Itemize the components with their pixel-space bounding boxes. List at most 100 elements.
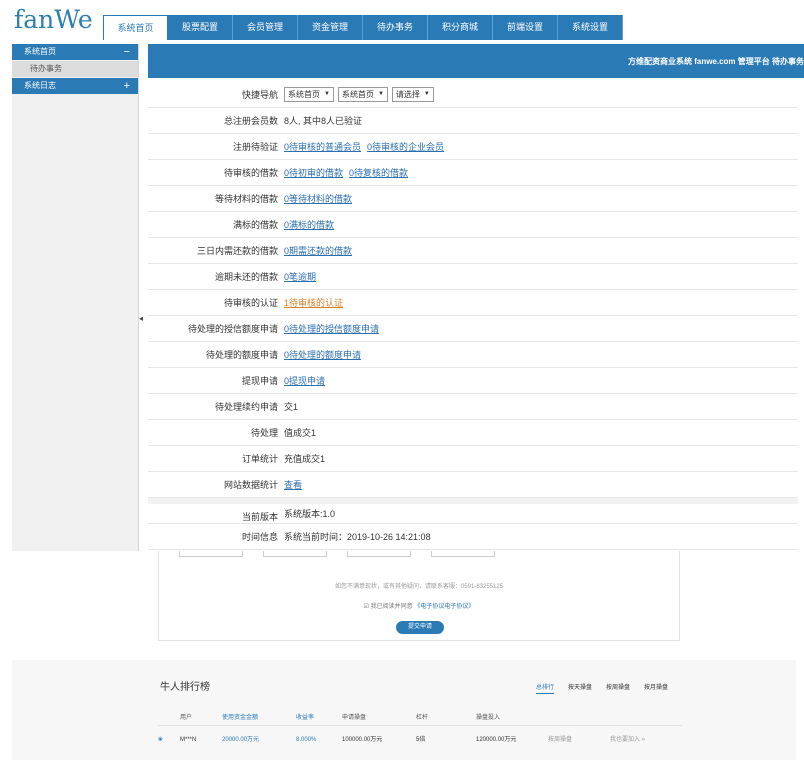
row-link[interactable]: 0期需还款的借款 [284,238,352,264]
quick-nav-selects: 系统首页 ▼ 系统首页 ▼ 请选择 ▼ [284,82,798,107]
join-link[interactable]: 我也要加入 » [610,726,682,754]
row-label: 满标的借款 [232,220,278,230]
row-value: 充值成交1 [284,446,798,471]
nav-tab[interactable]: 积分商城 [428,15,493,40]
expand-icon[interactable]: + [124,78,130,94]
row-link[interactable]: 0待审核的普通会员 [284,134,361,160]
quick-nav-select[interactable]: 系统首页 ▼ [284,87,334,102]
nav-tab[interactable]: 会员管理 [233,15,298,40]
sidebar-group[interactable]: 系统首页 − [12,44,138,60]
nav-tab[interactable]: 股票配置 [168,15,233,40]
table-row: 待处理的授信额度申请 0待处理的授信额度申请 [148,316,798,342]
row-label: 网站数据统计 [223,480,278,490]
ranking-cell: 20000.00万元 [222,737,260,743]
row-link[interactable]: 0满标的借款 [284,212,334,238]
row-label: 快捷导航 [241,90,278,100]
table-row: 网站数据统计 查看 [148,472,798,498]
column-header [548,710,610,725]
row-link[interactable]: 1待审核的认证 [284,290,343,316]
row-link[interactable]: 0待复核的借款 [349,160,408,186]
row-label: 订单统计 [241,454,278,464]
ranking-table: 用户 使用资金金额 收益率 申请操盘 杠杆 操盘投入 ❀ M***N 20000.00万元 8.0… [158,710,682,754]
nav-tab[interactable]: 系统设置 [558,15,623,40]
nav-tab[interactable]: 待办事务 [363,15,428,40]
submit-apply-button[interactable]: 提交申请 [396,621,444,634]
column-header[interactable]: 使用资金金额 [222,710,296,725]
row-value: 0待审核的普通会员 0待审核的企业会员 [284,134,798,159]
row-value: 查看 [284,472,798,497]
logo[interactable]: fanWe [14,6,93,34]
table-row: 满标的借款 0满标的借款 [148,212,798,238]
row-text: 交1 [284,401,299,412]
sidebar-collapse-icon[interactable]: ◂ [139,313,145,325]
row-label: 等待材料的借款 [214,194,278,204]
row-label: 注册待验证 [232,142,278,152]
sidebar: 系统首页 − 待办事务 系统日志 + [12,44,139,551]
row-quick-nav: 快捷导航 系统首页 ▼ 系统首页 ▼ 请选择 ▼ [148,82,798,108]
table-row: 逾期未还的借款 0笔逾期 [148,264,798,290]
row-link[interactable]: 0待初审的借款 [284,160,343,186]
sidebar-item[interactable]: 待办事务 [12,61,138,77]
nav-tab[interactable]: 前端设置 [493,15,558,40]
ranking-tab[interactable]: 按周操盘 [606,682,630,694]
table-row: 注册待验证 0待审核的普通会员 0待审核的企业会员 [148,134,798,160]
row-link[interactable]: 0待审核的企业会员 [367,134,444,160]
row-label: 待审核的借款 [223,168,278,178]
row-value: 交1 [284,394,798,419]
row-value: 0期需还款的借款 [284,238,798,263]
row-link[interactable]: 0提现申请 [284,368,325,394]
select-value: 请选择 [395,90,420,99]
nav-tab[interactable]: 资金管理 [298,15,363,40]
row-value: 系统版本:1.0 [284,504,798,523]
row-label: 逾期未还的借款 [214,272,278,282]
row-link[interactable]: 0笔逾期 [284,264,316,290]
ranking-cell: 120000.00万元 [476,737,517,743]
column-header[interactable]: 收益率 [296,710,342,725]
agreement-link[interactable]: 《电子协议电子协议》 [414,604,474,610]
row-link[interactable]: 0待处理的授信额度申请 [284,316,379,342]
column-header: 申请操盘 [342,715,367,721]
ranking-cell[interactable]: 按周操盘 [548,726,610,754]
sidebar-group[interactable]: 系统日志 + [12,78,138,94]
row-label: 待处理的额度申请 [205,350,278,360]
ranking-cell: 8.000% [296,737,317,743]
input-boxes [179,551,515,557]
ranking-cell: 100000.00万元 [342,737,383,743]
table-row: 待处理 值成交1 [148,420,798,446]
ranking-tab[interactable]: 按天操盘 [568,682,592,694]
row-label: 当前版本 [241,512,278,522]
row-value: 值成交1 [284,420,798,445]
column-header [158,710,180,725]
ranking-tab[interactable]: 总排行 [536,682,555,694]
row-value: 0待处理的授信额度申请 [284,316,798,341]
row-link[interactable]: 0待处理的额度申请 [284,342,361,368]
quick-nav-select[interactable]: 系统首页 ▼ [337,87,388,102]
row-value: 0待处理的额度申请 [284,342,798,367]
select-value: 系统首页 [341,90,374,99]
top-nav: 系统首页 股票配置 会员管理 资金管理 待办事务 积分商城 前端设置 系统设置 [103,15,623,40]
row-text: 系统当前时间：2019-10-26 14:21:08 [284,531,431,542]
row-value: 0笔逾期 [284,264,798,289]
row-label: 总注册会员数 [223,116,278,126]
apply-card: 如您不满意现状，或有其他疑问，请联系客服：0591-83255125 ☑ 我已阅… [158,551,680,641]
column-header: 操盘投入 [476,715,501,721]
ranking-tab[interactable]: 按月操盘 [644,682,668,694]
table-row: 待审核的借款 0待初审的借款 0待复核的借款 [148,160,798,186]
row-text: 值成交1 [284,427,317,438]
nav-tab[interactable]: 系统首页 [103,15,168,40]
dashboard-table: 快捷导航 系统首页 ▼ 系统首页 ▼ 请选择 ▼ 总注册会员数 8人, 其中8人已验证 注册待… [148,82,798,550]
ranking-cell: 5倍 [416,737,426,743]
row-text: 8人, 其中8人已验证 [284,115,363,126]
row-link[interactable]: 0等待材料的借款 [284,186,352,212]
quick-nav-select[interactable]: 请选择 ▼ [391,87,434,102]
column-header: 用户 [180,715,193,721]
row-link[interactable]: 查看 [284,472,302,498]
row-value: 系统当前时间：2019-10-26 14:21:08 [284,524,798,549]
collapse-icon[interactable]: − [124,44,130,60]
row-value: 8人, 其中8人已验证 [284,108,798,133]
medal-icon: ❀ [158,737,164,743]
row-value: 0提现申请 [284,368,798,393]
checkbox-icon[interactable]: ☑ [364,604,369,610]
table-row: 时间信息 系统当前时间：2019-10-26 14:21:08 [148,524,798,550]
row-label: 待处理 [250,428,278,438]
